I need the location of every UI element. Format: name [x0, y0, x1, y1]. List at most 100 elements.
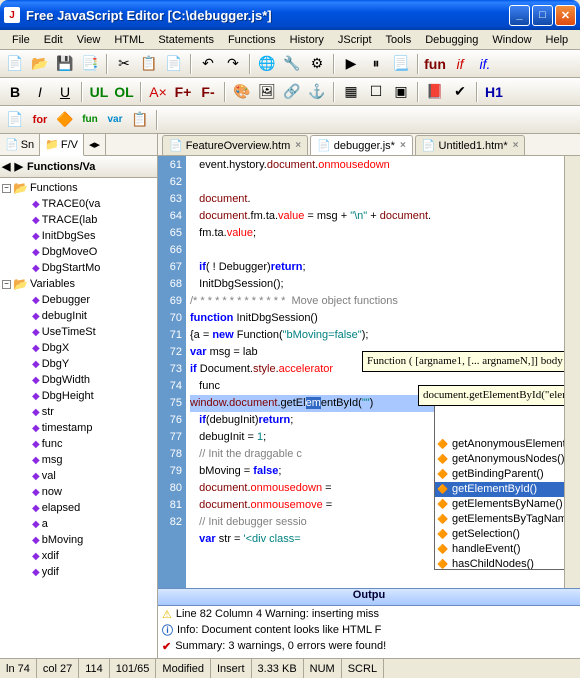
autocomplete-item[interactable]: 🔶getAnonymousNodes(): [435, 452, 564, 467]
book-icon[interactable]: 📕: [424, 81, 446, 103]
tree-item[interactable]: ydif: [42, 566, 59, 578]
save-icon[interactable]: 💾: [54, 53, 76, 75]
btn-f[interactable]: 📋: [129, 109, 151, 131]
tree-item[interactable]: Debugger: [42, 294, 90, 306]
autocomplete-item[interactable]: 🔶getAnonymousElementByAt: [435, 437, 564, 452]
tab-close-icon[interactable]: ×: [400, 140, 406, 151]
autocomplete-item[interactable]: 🔶getElementsByTagName(): [435, 512, 564, 527]
sidebar-tab-sn[interactable]: 📄Sn: [0, 134, 40, 155]
sidebar-tab-fv[interactable]: 📁F/V: [40, 134, 84, 156]
autocomplete-popup[interactable]: 🔶getAnonymousElementByAt🔶getAnonymousNod…: [434, 402, 564, 570]
paste-icon[interactable]: 📄: [163, 53, 185, 75]
menu-functions[interactable]: Functions: [222, 32, 282, 48]
tree-item[interactable]: str: [42, 406, 54, 418]
menu-edit[interactable]: Edit: [38, 32, 69, 48]
tree-item[interactable]: DbgHeight: [42, 390, 94, 402]
menu-window[interactable]: Window: [486, 32, 537, 48]
fminus-button[interactable]: F-: [197, 81, 219, 103]
open-icon[interactable]: 📂: [29, 53, 51, 75]
tree-item[interactable]: DbgMoveO: [42, 246, 98, 258]
globe-icon[interactable]: 🌐: [256, 53, 278, 75]
bold-button[interactable]: B: [4, 81, 26, 103]
tree-item[interactable]: a: [42, 518, 48, 530]
tree-item[interactable]: val: [42, 470, 56, 482]
menu-debugging[interactable]: Debugging: [419, 32, 484, 48]
wrench-icon[interactable]: 🔧: [281, 53, 303, 75]
autocomplete-item[interactable]: 🔶getElementsByName(): [435, 497, 564, 512]
minimize-button[interactable]: _: [509, 5, 530, 26]
menu-history[interactable]: History: [284, 32, 330, 48]
output-line[interactable]: ✔Summary: 3 warnings, 0 errors were foun…: [158, 638, 580, 654]
fun-btn[interactable]: fun: [79, 109, 101, 131]
collapse-icon[interactable]: −: [2, 280, 11, 289]
tree-item[interactable]: InitDbgSes: [42, 230, 96, 242]
file-tab[interactable]: 📄FeatureOverview.htm×: [162, 135, 308, 155]
menu-jscript[interactable]: JScript: [332, 32, 378, 48]
btn-c[interactable]: 🔶: [54, 109, 76, 131]
output-header[interactable]: Outpu: [158, 588, 580, 606]
tree-item[interactable]: xdif: [42, 550, 59, 562]
run-icon[interactable]: ▶: [340, 53, 362, 75]
if-label[interactable]: if: [449, 53, 471, 75]
menu-statements[interactable]: Statements: [152, 32, 220, 48]
ul-button[interactable]: UL: [88, 81, 110, 103]
tab-close-icon[interactable]: ×: [295, 140, 301, 151]
if2-label[interactable]: if.: [474, 53, 496, 75]
anchor-icon[interactable]: ⚓: [306, 81, 328, 103]
code-area[interactable]: 6162636465666768697071727374757677787980…: [158, 156, 580, 588]
code-text[interactable]: event.hystory.document.onmousedown docum…: [186, 156, 564, 588]
tree-item[interactable]: TRACE0(va: [42, 198, 101, 210]
ol-button[interactable]: OL: [113, 81, 135, 103]
doc-icon[interactable]: 📃: [390, 53, 412, 75]
menu-file[interactable]: File: [6, 32, 36, 48]
color-icon[interactable]: 🎨: [231, 81, 253, 103]
tree-item[interactable]: DbgY: [42, 358, 70, 370]
menu-view[interactable]: View: [71, 32, 107, 48]
tree-item[interactable]: bMoving: [42, 534, 84, 546]
image-icon[interactable]: 🖼: [256, 81, 278, 103]
maximize-button[interactable]: □: [532, 5, 553, 26]
undo-icon[interactable]: ↶: [197, 53, 219, 75]
cut-icon[interactable]: ✂: [113, 53, 135, 75]
stop-icon[interactable]: ⏸: [365, 53, 387, 75]
btn-a[interactable]: 📄: [4, 109, 26, 131]
menu-help[interactable]: Help: [540, 32, 575, 48]
tree-item[interactable]: DbgWidth: [42, 374, 90, 386]
tree[interactable]: −📂Functions ◆TRACE0(va ◆TRACE(lab ◆InitD…: [0, 178, 157, 658]
menu-tools[interactable]: Tools: [380, 32, 418, 48]
close-button[interactable]: ✕: [555, 5, 576, 26]
editor-scrollbar[interactable]: [564, 156, 580, 588]
ax-button[interactable]: A×: [147, 81, 169, 103]
tree-item[interactable]: debugInit: [42, 310, 87, 322]
form-icon[interactable]: ☐: [365, 81, 387, 103]
underline-button[interactable]: U: [54, 81, 76, 103]
tree-item[interactable]: DbgStartMo: [42, 262, 101, 274]
menu-html[interactable]: HTML: [108, 32, 150, 48]
tree-item[interactable]: DbgX: [42, 342, 70, 354]
autocomplete-item[interactable]: 🔶getElementById(): [435, 482, 564, 497]
saveall-icon[interactable]: 📑: [79, 53, 101, 75]
tree-item[interactable]: UseTimeSt: [42, 326, 96, 338]
tree-functions[interactable]: Functions: [30, 182, 78, 194]
tree-item[interactable]: now: [42, 486, 62, 498]
file-tab-active[interactable]: 📄debugger.js*×: [310, 135, 413, 155]
file-tab[interactable]: 📄Untitled1.htm*×: [415, 135, 526, 155]
italic-button[interactable]: I: [29, 81, 51, 103]
table-icon[interactable]: ▦: [340, 81, 362, 103]
fun-label[interactable]: fun: [424, 53, 446, 75]
tree-item[interactable]: TRACE(lab: [42, 214, 98, 226]
check-icon[interactable]: ✔: [449, 81, 471, 103]
for-btn[interactable]: for: [29, 109, 51, 131]
sidebar-tab-more[interactable]: ◂▸: [84, 134, 106, 155]
tree-item[interactable]: msg: [42, 454, 63, 466]
collapse-icon[interactable]: −: [2, 184, 11, 193]
sidebar-prev-icon[interactable]: ◀: [2, 160, 10, 173]
tree-item[interactable]: timestamp: [42, 422, 93, 434]
output-line[interactable]: ⓘInfo: Document content looks like HTML …: [158, 622, 580, 638]
autocomplete-item[interactable]: 🔶getBindingParent(): [435, 467, 564, 482]
var-btn[interactable]: var: [104, 109, 126, 131]
link-icon[interactable]: 🔗: [281, 81, 303, 103]
autocomplete-item[interactable]: 🔶getSelection(): [435, 527, 564, 542]
tree-item[interactable]: elapsed: [42, 502, 81, 514]
redo-icon[interactable]: ↷: [222, 53, 244, 75]
